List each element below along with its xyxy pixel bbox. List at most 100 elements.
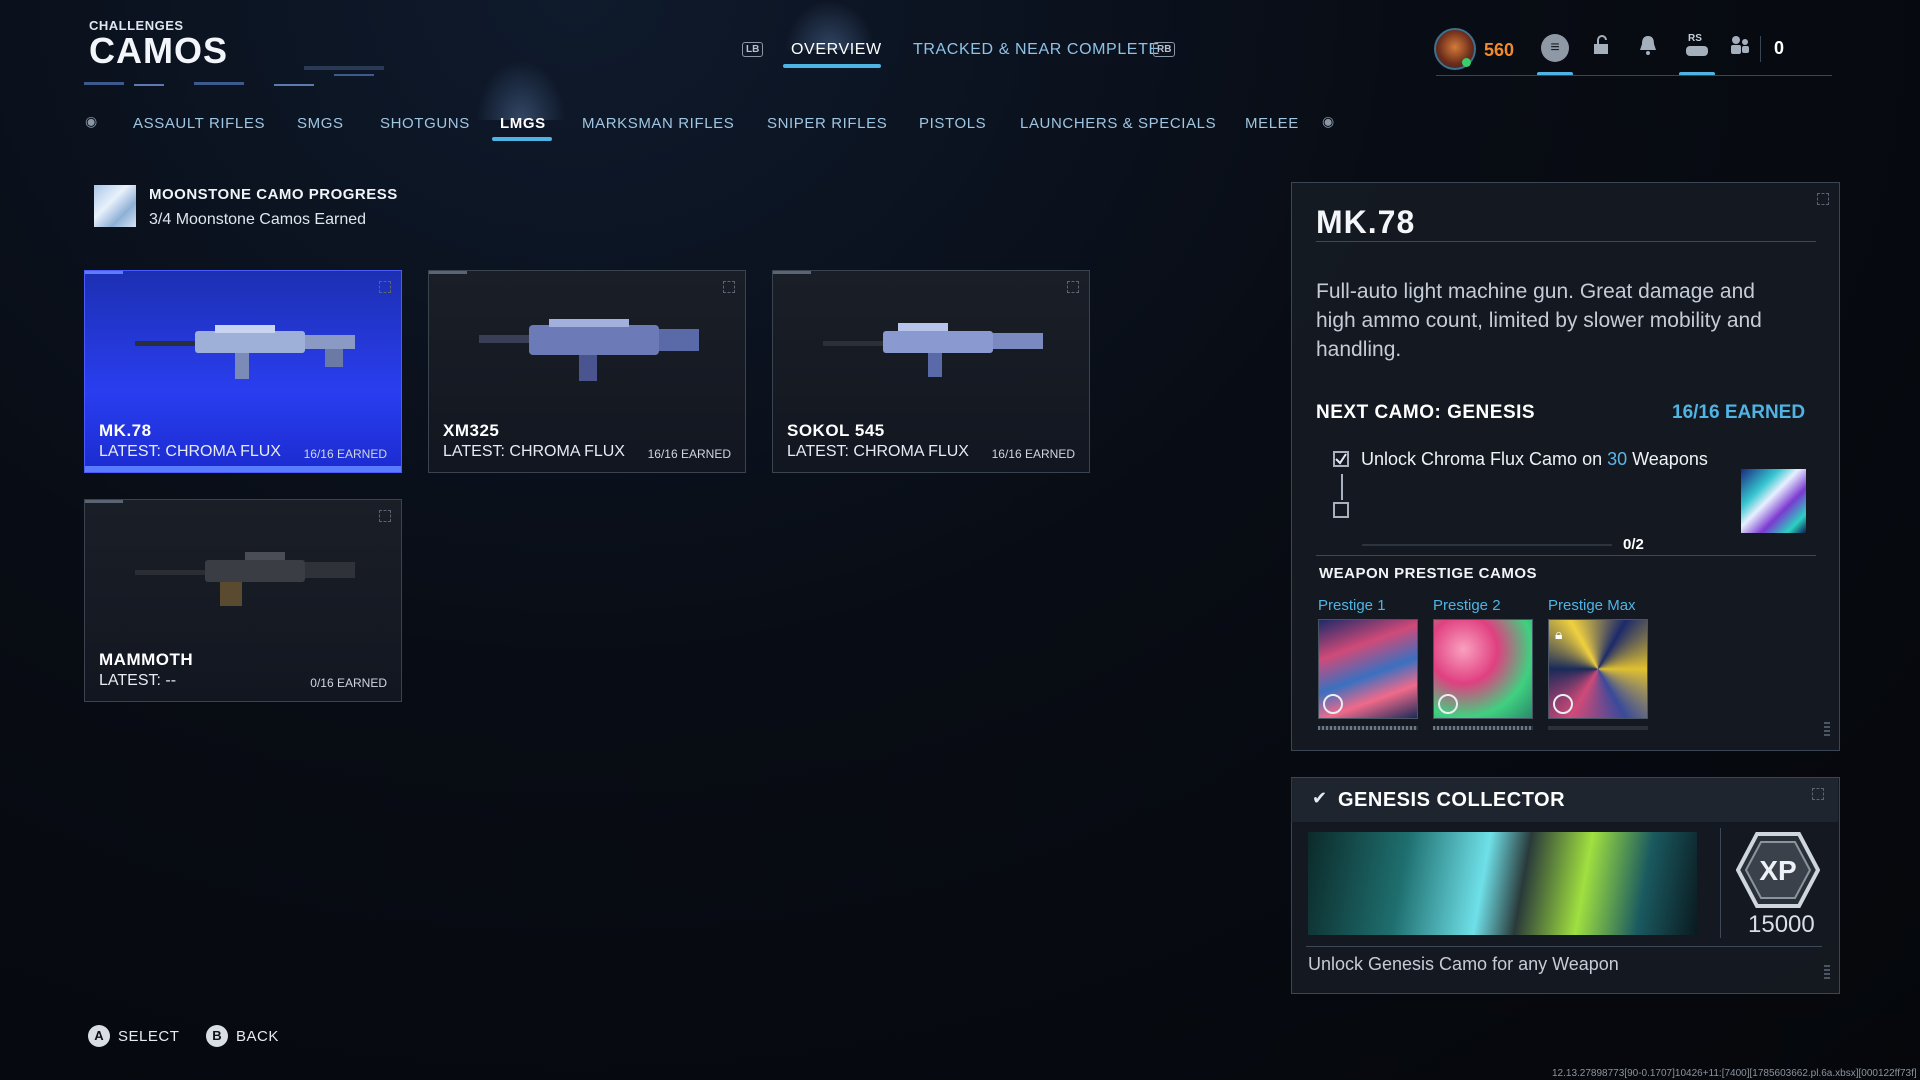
xp-reward-value: 15000 <box>1748 911 1815 938</box>
mammoth-weapon-image <box>135 552 355 606</box>
right-bumper-icon[interactable]: ◉ <box>1322 113 1334 130</box>
collector-description: Unlock Genesis Camo for any Weapon <box>1308 954 1619 974</box>
online-status-dot <box>1462 58 1471 67</box>
prestige-1-progress <box>1318 726 1418 730</box>
prestige-2-progress <box>1433 726 1533 730</box>
weapon-latest-camo: LATEST: CHROMA FLUX <box>787 443 969 460</box>
card-topline <box>85 271 123 274</box>
tab-tracked-near-complete[interactable]: TRACKED & NEAR COMPLETE <box>913 41 1160 59</box>
rank-value: 560 <box>1484 40 1515 60</box>
task-text-post: Weapons <box>1627 449 1708 469</box>
menu-icon[interactable]: ≡ <box>1541 34 1569 62</box>
tab-melee[interactable]: MELEE <box>1245 115 1299 132</box>
sokol-545-weapon-image <box>823 323 1043 377</box>
weapon-earned-count: 16/16 EARNED <box>991 447 1075 461</box>
prestige-max-camo[interactable]: 🔒︎ <box>1548 619 1648 719</box>
weapon-card-mk78[interactable]: MK.78 LATEST: CHROMA FLUX 16/16 EARNED <box>84 270 402 473</box>
weapon-earned-count: 16/16 EARNED <box>647 447 731 461</box>
left-bumper-icon[interactable]: ◉ <box>85 113 97 130</box>
xp-badge-icon: XP <box>1736 832 1820 908</box>
tab-lmgs-underline <box>492 137 552 141</box>
weapon-card-sokol-545[interactable]: SOKOL 545 LATEST: CHROMA FLUX 16/16 EARN… <box>772 270 1090 473</box>
task-progress-value: 0/2 <box>1623 536 1644 553</box>
card-corner-icon <box>379 281 391 293</box>
prestige-badge-icon <box>1553 694 1573 714</box>
select-label[interactable]: SELECT <box>118 1028 179 1045</box>
rb-button-icon[interactable]: RB <box>1153 42 1176 57</box>
collector-separator <box>1306 946 1822 947</box>
currency-value: 0 <box>1774 38 1785 58</box>
genesis-camo-thumbnail <box>1741 469 1806 533</box>
collector-divider <box>1720 828 1721 938</box>
card-topline <box>429 271 467 274</box>
tab-assault-rifles[interactable]: ASSAULT RIFLES <box>133 115 265 132</box>
prestige-max-progress <box>1548 726 1648 730</box>
b-button-icon[interactable]: B <box>206 1025 228 1047</box>
weapon-name: SOKOL 545 <box>787 421 885 440</box>
tab-shotguns[interactable]: SHOTGUNS <box>380 115 470 132</box>
prestige-2-label: Prestige 2 <box>1433 597 1501 614</box>
tab-lmgs[interactable]: LMGS <box>500 115 546 132</box>
collector-title: GENESIS COLLECTOR <box>1338 789 1566 811</box>
prestige-badge-icon <box>1438 694 1458 714</box>
controller-icon[interactable] <box>1683 40 1711 68</box>
party-icon[interactable] <box>1726 34 1754 62</box>
panel-scroll-grip[interactable] <box>1824 722 1830 736</box>
weapon-card-xm325[interactable]: XM325 LATEST: CHROMA FLUX 16/16 EARNED <box>428 270 746 473</box>
prestige-2-camo[interactable] <box>1433 619 1533 719</box>
collector-reward-image <box>1308 832 1697 935</box>
card-progress-bar <box>85 466 401 472</box>
back-label[interactable]: BACK <box>236 1028 279 1045</box>
panel-corner-icon <box>1812 788 1824 800</box>
detail-weapon-title: MK.78 <box>1316 204 1416 240</box>
weapon-name: MAMMOTH <box>99 650 194 669</box>
detail-divider <box>1316 241 1816 242</box>
moonstone-progress: 3/4 Moonstone Camos Earned <box>149 211 367 228</box>
moonstone-camo-thumbnail <box>94 185 136 227</box>
weapon-card-mammoth[interactable]: MAMMOTH LATEST: -- 0/16 EARNED <box>84 499 402 702</box>
task-count: 30 <box>1607 449 1628 469</box>
prestige-badge-icon <box>1323 694 1343 714</box>
tab-smgs[interactable]: SMGS <box>297 115 344 132</box>
weapon-earned-count: 16/16 EARNED <box>303 447 387 461</box>
check-icon: ✔ <box>1312 788 1328 808</box>
tab-pistols[interactable]: PISTOLS <box>919 115 986 132</box>
moonstone-title: MOONSTONE CAMO PROGRESS <box>149 186 398 203</box>
title-glitch-decoration <box>84 66 384 86</box>
unlock-icon[interactable] <box>1588 34 1616 62</box>
header-divider <box>1436 75 1832 76</box>
tab-overview-underline <box>783 64 881 68</box>
weapon-name: MK.78 <box>99 421 152 440</box>
panel-scroll-grip[interactable] <box>1824 965 1830 979</box>
xm325-weapon-image <box>479 319 699 381</box>
tab-marksman-rifles[interactable]: MARKSMAN RIFLES <box>582 115 734 132</box>
card-topline <box>85 500 123 503</box>
task-checkbox-incomplete <box>1333 502 1349 518</box>
prestige-1-camo[interactable] <box>1318 619 1418 719</box>
tab-sniper-rifles[interactable]: SNIPER RIFLES <box>767 115 887 132</box>
next-camo-earned: 16/16 EARNED <box>1672 402 1806 423</box>
task-connector-line <box>1341 474 1343 500</box>
tab-glow <box>476 60 566 120</box>
weapon-latest-camo: LATEST: -- <box>99 672 177 689</box>
weapon-name: XM325 <box>443 421 500 440</box>
prestige-heading: WEAPON PRESTIGE CAMOS <box>1319 565 1538 582</box>
lb-button-icon[interactable]: LB <box>742 42 764 57</box>
mk78-weapon-image <box>135 325 355 379</box>
xp-badge-label: XP <box>1759 855 1796 886</box>
card-corner-icon <box>379 510 391 522</box>
tab-overview[interactable]: OVERVIEW <box>791 41 882 59</box>
a-button-icon[interactable]: A <box>88 1025 110 1047</box>
task-progress-track <box>1362 544 1612 546</box>
panel-corner-icon <box>1817 193 1829 205</box>
build-info: 12.13.27898773[90-0.1707]10426+11:[7400]… <box>1552 1068 1917 1079</box>
next-camo-label: NEXT CAMO: GENESIS <box>1316 402 1536 423</box>
notification-bell-icon[interactable] <box>1634 34 1662 62</box>
card-corner-icon <box>1067 281 1079 293</box>
tab-launchers-specials[interactable]: LAUNCHERS & SPECIALS <box>1020 115 1216 132</box>
card-corner-icon <box>723 281 735 293</box>
task-text-pre: Unlock Chroma Flux Camo on <box>1361 449 1608 469</box>
weapon-latest-camo: LATEST: CHROMA FLUX <box>443 443 625 460</box>
card-topline <box>773 271 811 274</box>
status-divider <box>1760 36 1761 62</box>
